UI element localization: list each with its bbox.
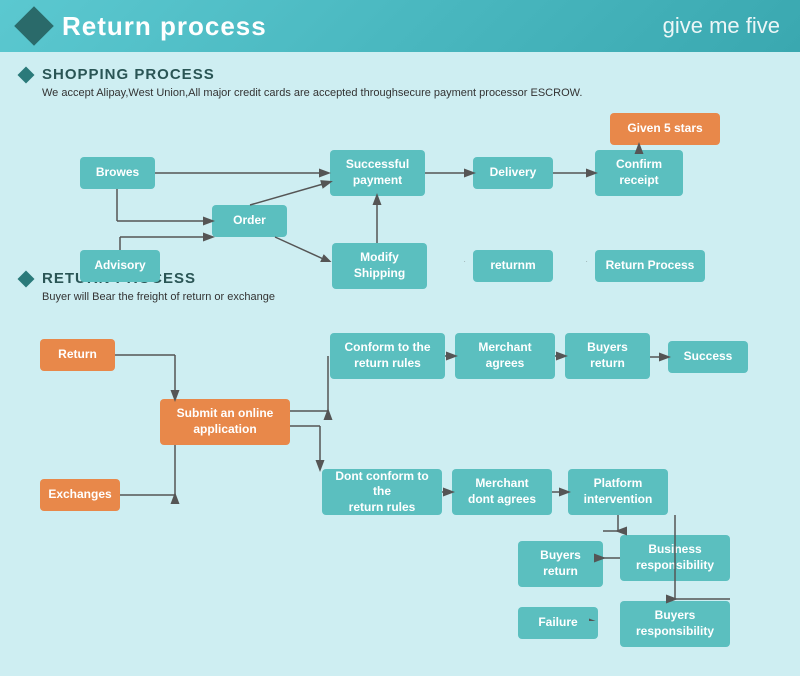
merchant-agrees-box: Merchant agrees [455, 333, 555, 379]
shopping-section-diamond [18, 66, 35, 83]
return-section-desc: Buyer will Bear the freight of return or… [20, 291, 780, 303]
exchanges-box: Exchanges [40, 479, 120, 511]
successful-payment-box: Successful payment [330, 150, 425, 196]
delivery-box: Delivery [473, 157, 553, 189]
header-title: Return process [62, 11, 267, 42]
business-responsibility-box: Business responsibility [620, 535, 730, 581]
header-diamond-icon [14, 6, 54, 46]
return-box: Return [40, 339, 115, 371]
shopping-section-header: SHOPPING PROCESS [20, 66, 780, 83]
shopping-section-desc: We accept Alipay,West Union,All major cr… [20, 87, 780, 99]
success-box: Success [668, 341, 748, 373]
header-logo: give me five [663, 13, 780, 39]
advisory-box: Advisory [80, 250, 160, 282]
main-content: SHOPPING PROCESS We accept Alipay,West U… [0, 52, 800, 676]
header: Return process give me five [0, 0, 800, 52]
modify-shipping-box: Modify Shipping [332, 243, 427, 289]
return-diagram: Return Exchanges Submit an online applic… [20, 311, 780, 621]
confirm-receipt-box: Confirm receipt [595, 150, 683, 196]
shopping-diagram: Given 5 stars Browes Successful payment … [20, 107, 780, 262]
buyers-return-1-box: Buyers return [565, 333, 650, 379]
platform-intervention-box: Platform intervention [568, 469, 668, 515]
buyers-return-2-box: Buyers return [518, 541, 603, 587]
submit-online-box: Submit an online application [160, 399, 290, 445]
dont-conform-return-rules-box: Dont conform to the return rules [322, 469, 442, 515]
return-section-diamond [18, 270, 35, 287]
returnm-box: returnm [473, 250, 553, 282]
failure-box: Failure [518, 607, 598, 639]
return-process-box: Return Process [595, 250, 705, 282]
browes-box: Browes [80, 157, 155, 189]
buyers-responsibility-box: Buyers responsibility [620, 601, 730, 647]
merchant-dont-agrees-box: Merchant dont agrees [452, 469, 552, 515]
shopping-section-title: SHOPPING PROCESS [42, 66, 215, 83]
given-5-stars-box: Given 5 stars [610, 113, 720, 145]
order-box: Order [212, 205, 287, 237]
conform-return-rules-box: Conform to the return rules [330, 333, 445, 379]
